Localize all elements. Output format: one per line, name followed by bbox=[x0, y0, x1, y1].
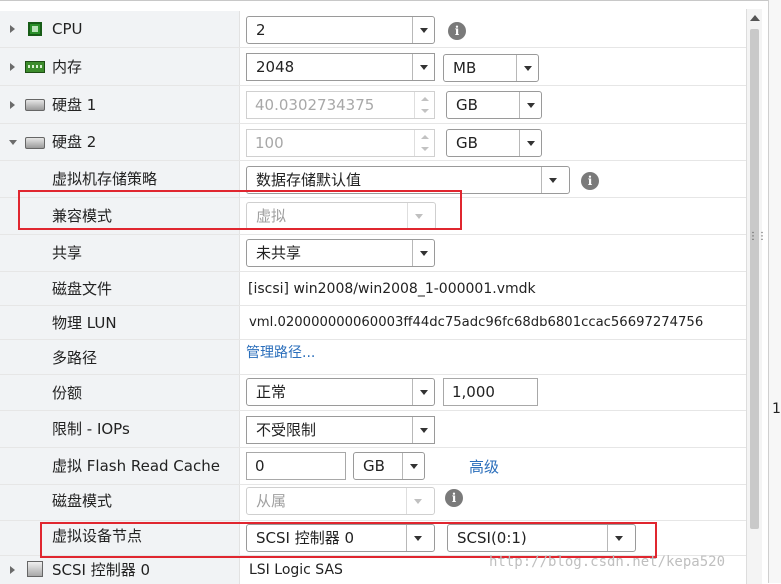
chevron-right-icon[interactable] bbox=[10, 25, 15, 33]
chevron-down-icon bbox=[519, 130, 541, 156]
memory-unit-select[interactable]: MB bbox=[443, 54, 539, 82]
disk-file-label: 磁盘文件 bbox=[52, 280, 113, 298]
sharing-label: 共享 bbox=[52, 244, 83, 262]
disk-file-value: [iscsi] win2008/win2008_1-000001.vmdk bbox=[248, 281, 536, 297]
chevron-down-icon bbox=[412, 379, 434, 405]
chevron-down-icon bbox=[412, 240, 434, 266]
scroll-up-icon[interactable] bbox=[750, 15, 760, 21]
scrollbar-thumb[interactable] bbox=[750, 29, 759, 529]
scsi-controller-label: SCSI 控制器 0 bbox=[52, 561, 151, 579]
chevron-down-icon bbox=[406, 488, 434, 514]
cpu-icon bbox=[28, 22, 42, 36]
scsi-controller-icon bbox=[27, 561, 43, 577]
highlight-box-compat-mode bbox=[18, 190, 462, 230]
scsi-controller-value: LSI Logic SAS bbox=[249, 562, 343, 578]
info-icon[interactable]: i bbox=[581, 172, 599, 190]
row-shares: 份额 正常 1,000 bbox=[0, 375, 746, 411]
disk1-size-spinner[interactable]: 40.0302734375 bbox=[246, 91, 435, 119]
shares-value-input[interactable]: 1,000 bbox=[443, 378, 538, 406]
row-multipath: 多路径 管理路径... bbox=[0, 340, 746, 375]
side-pane-text: 1 bbox=[772, 401, 781, 417]
disk1-unit-select[interactable]: GB bbox=[446, 91, 542, 119]
cpu-count-select[interactable]: 2 bbox=[246, 16, 435, 44]
disk-icon bbox=[25, 99, 45, 111]
row-flash-read-cache: 虚拟 Flash Read Cache 0 GB 高级 bbox=[0, 448, 746, 485]
limit-iops-combobox[interactable]: 不受限制 bbox=[246, 416, 435, 444]
row-disk1: 硬盘 1 40.0302734375 GB bbox=[0, 86, 746, 124]
vm-settings-panel: CPU 2 i 内存 2048 MB 硬盘 1 40.0302734375 GB… bbox=[0, 0, 768, 584]
disk2-size-spinner[interactable]: 100 bbox=[246, 129, 435, 157]
shares-label: 份额 bbox=[52, 384, 83, 402]
disk-mode-select[interactable]: 从属 bbox=[246, 487, 435, 515]
disk-icon bbox=[25, 137, 45, 149]
row-memory: 内存 2048 MB bbox=[0, 48, 746, 86]
right-adjacent-pane bbox=[768, 0, 781, 583]
shares-level-select[interactable]: 正常 bbox=[246, 378, 435, 406]
row-limit-iops: 限制 - IOPs 不受限制 bbox=[0, 411, 746, 448]
chevron-down-icon bbox=[541, 167, 569, 193]
flash-cache-size-input[interactable]: 0 bbox=[246, 452, 346, 480]
memory-icon bbox=[25, 61, 45, 73]
memory-size-combobox[interactable]: 2048 bbox=[246, 53, 435, 81]
flash-cache-unit-select[interactable]: GB bbox=[353, 452, 425, 480]
physical-lun-label: 物理 LUN bbox=[52, 314, 117, 332]
watermark: http://blog.csdn.net/kepa520 bbox=[489, 554, 726, 570]
chevron-down-icon bbox=[412, 417, 434, 443]
memory-label: 内存 bbox=[52, 58, 83, 76]
info-icon[interactable]: i bbox=[445, 489, 463, 507]
chevron-down-icon bbox=[516, 55, 538, 81]
chevron-down-icon[interactable] bbox=[9, 140, 17, 145]
advanced-link[interactable]: 高级 bbox=[469, 457, 499, 477]
row-sharing: 共享 未共享 bbox=[0, 235, 746, 272]
disk2-label: 硬盘 2 bbox=[52, 133, 97, 151]
chevron-right-icon[interactable] bbox=[10, 101, 15, 109]
chevron-down-icon bbox=[402, 453, 424, 479]
chevron-right-icon[interactable] bbox=[10, 63, 15, 71]
storage-policy-label: 虚拟机存储策略 bbox=[52, 170, 158, 188]
chevron-right-icon[interactable] bbox=[10, 566, 15, 574]
row-cpu: CPU 2 i bbox=[0, 11, 746, 48]
multipath-label: 多路径 bbox=[52, 349, 98, 367]
cpu-label: CPU bbox=[52, 20, 83, 38]
resize-grip-icon[interactable]: ⋮⋮ bbox=[748, 232, 767, 242]
row-physical-lun: 物理 LUN vml.020000000060003ff44dc75adc96f… bbox=[0, 306, 746, 340]
manage-paths-link[interactable]: 管理路径... bbox=[246, 343, 315, 363]
disk2-unit-select[interactable]: GB bbox=[446, 129, 542, 157]
disk-mode-label: 磁盘模式 bbox=[52, 492, 113, 510]
highlight-box-device-node bbox=[40, 522, 657, 558]
chevron-down-icon bbox=[519, 92, 541, 118]
disk1-label: 硬盘 1 bbox=[52, 96, 97, 114]
flash-cache-label: 虚拟 Flash Read Cache bbox=[52, 457, 220, 475]
limit-iops-label: 限制 - IOPs bbox=[52, 420, 130, 438]
row-disk2: 硬盘 2 100 GB bbox=[0, 124, 746, 161]
row-disk-file: 磁盘文件 [iscsi] win2008/win2008_1-000001.vm… bbox=[0, 272, 746, 306]
chevron-down-icon bbox=[412, 17, 434, 43]
sharing-select[interactable]: 未共享 bbox=[246, 239, 435, 267]
physical-lun-value: vml.020000000060003ff44dc75adc96fc68db68… bbox=[249, 315, 704, 330]
vertical-scrollbar[interactable] bbox=[746, 9, 762, 584]
row-disk-mode: 磁盘模式 从属 i bbox=[0, 485, 746, 521]
info-icon[interactable]: i bbox=[448, 22, 466, 40]
chevron-down-icon bbox=[412, 54, 434, 80]
